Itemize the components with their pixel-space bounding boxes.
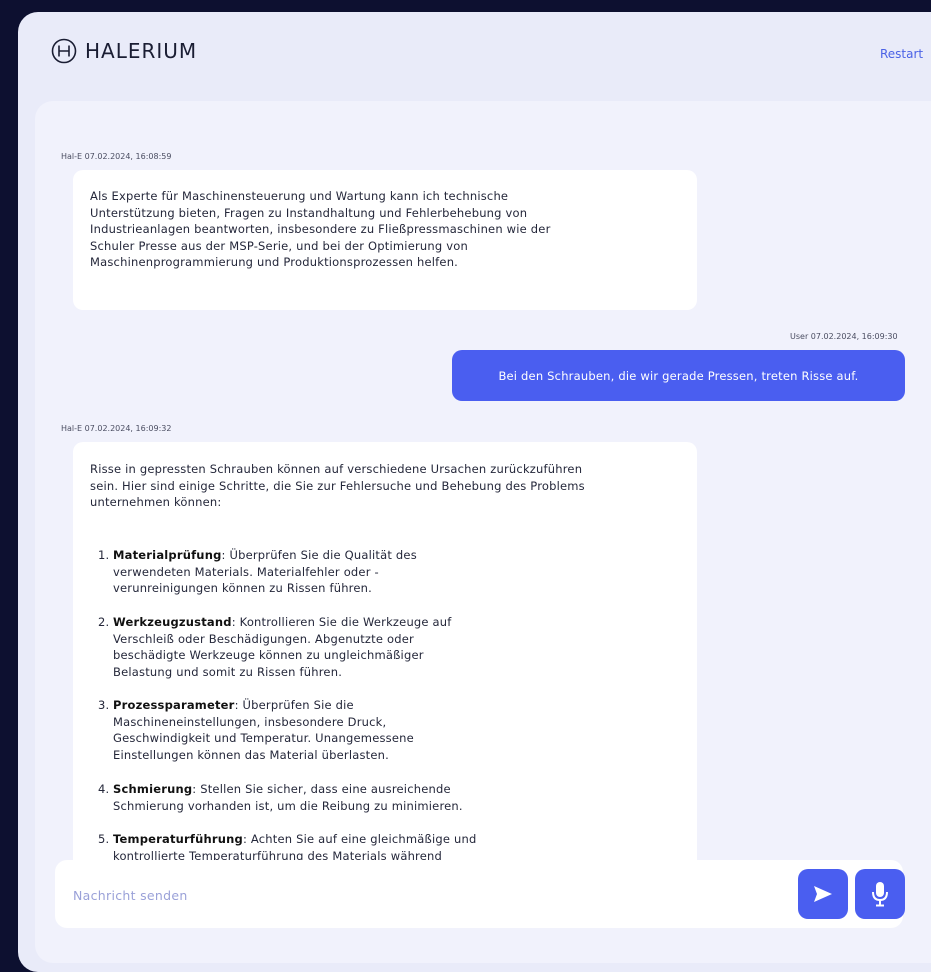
message-line: sein. Hier sind einige Schritte, die Sie… bbox=[90, 478, 585, 493]
message-line: unternehmen können: bbox=[90, 495, 222, 509]
app-window: HALERIUM Restart Hal-E 07.02.2024, 16:08… bbox=[18, 12, 931, 972]
send-button[interactable] bbox=[798, 869, 848, 919]
bot-message-bubble: Als Experte für Maschinensteuerung und W… bbox=[73, 170, 697, 310]
message-line: beschädigte Werkzeuge können zu ungleich… bbox=[113, 648, 424, 662]
message-line: Geschwindigkeit und Temperatur. Unangeme… bbox=[113, 731, 414, 745]
message-line: Industrieanlagen beantworten, insbesonde… bbox=[90, 222, 551, 236]
message-line: Risse in gepressten Schrauben können auf… bbox=[90, 462, 583, 476]
logo: HALERIUM bbox=[51, 38, 197, 64]
halerium-logo-icon bbox=[51, 38, 77, 64]
list-item-title: Schmierung bbox=[113, 782, 193, 796]
message-input[interactable] bbox=[71, 882, 715, 908]
list-item-title: Materialprüfung bbox=[113, 548, 222, 562]
message-meta: Hal-E 07.02.2024, 16:09:32 bbox=[61, 424, 172, 433]
message-meta: Hal-E 07.02.2024, 16:08:59 bbox=[61, 152, 172, 161]
message-line: verwendeten Materials. Materialfehler od… bbox=[113, 564, 379, 579]
list-number: 4. bbox=[98, 782, 110, 796]
message-line: Einstellungen können das Material überla… bbox=[113, 747, 390, 762]
message-meta: User 07.02.2024, 16:09:30 bbox=[790, 332, 898, 341]
microphone-button[interactable] bbox=[855, 869, 905, 919]
microphone-icon bbox=[872, 882, 888, 907]
message-line: Schuler Presse aus der MSP-Serie, und be… bbox=[90, 238, 468, 253]
message-line: Als Experte für Maschinensteuerung und W… bbox=[90, 189, 509, 203]
list-item-title: Prozessparameter bbox=[113, 698, 235, 712]
message-line: : Stellen Sie sicher, dass eine ausreich… bbox=[192, 782, 451, 796]
message-composer bbox=[55, 860, 905, 928]
list-number: 1. bbox=[98, 548, 110, 562]
chat-panel[interactable]: Hal-E 07.02.2024, 16:08:59 Als Experte f… bbox=[35, 101, 931, 963]
message-line: Maschineneinstellungen, insbesondere Dru… bbox=[113, 714, 387, 729]
message-line: Belastung und somit zu Rissen führen. bbox=[113, 664, 343, 679]
message-line: verunreinigungen können zu Rissen führen… bbox=[113, 581, 372, 595]
list-item: 1. Materialprüfung: Überprüfen Sie die Q… bbox=[98, 547, 533, 597]
list-item-title: Werkzeugzustand bbox=[113, 615, 232, 629]
list-number: 2. bbox=[98, 615, 110, 629]
list-number: 5. bbox=[98, 832, 110, 846]
send-icon bbox=[814, 886, 832, 902]
restart-link[interactable]: Restart bbox=[880, 47, 923, 61]
message-intro: Risse in gepressten Schrauben können auf… bbox=[90, 461, 690, 511]
message-line: : Kontrollieren Sie die Werkzeuge auf bbox=[231, 615, 452, 629]
message-line: : Überprüfen Sie die Qualität des bbox=[221, 548, 417, 562]
list-item: 2. Werkzeugzustand: Kontrollieren Sie di… bbox=[98, 614, 533, 680]
message-line: Maschinenprogrammierung und Produktionsp… bbox=[90, 255, 459, 269]
bot-message-bubble: Risse in gepressten Schrauben können auf… bbox=[73, 442, 697, 882]
header: HALERIUM Restart bbox=[18, 12, 931, 100]
message-line: Unterstützung bieten, Fragen zu Instandh… bbox=[90, 205, 528, 220]
message-line: Verschleiß oder Beschädigungen. Abgenutz… bbox=[113, 631, 414, 646]
list-number: 3. bbox=[98, 698, 110, 712]
list-item: 4. Schmierung: Stellen Sie sicher, dass … bbox=[98, 781, 533, 814]
message-line: : Achten Sie auf eine gleichmäßige und bbox=[242, 832, 477, 846]
message-line: Schmierung vorhanden ist, um die Reibung… bbox=[113, 798, 463, 813]
list-item-title: Temperaturführung bbox=[113, 832, 243, 846]
list-item: 3. Prozessparameter: Überprüfen Sie die … bbox=[98, 697, 533, 763]
message-line: : Überprüfen Sie die bbox=[234, 698, 354, 712]
user-message-bubble: Bei den Schrauben, die wir gerade Presse… bbox=[452, 350, 905, 401]
logo-text: HALERIUM bbox=[85, 39, 198, 63]
message-text: Bei den Schrauben, die wir gerade Presse… bbox=[498, 368, 859, 383]
